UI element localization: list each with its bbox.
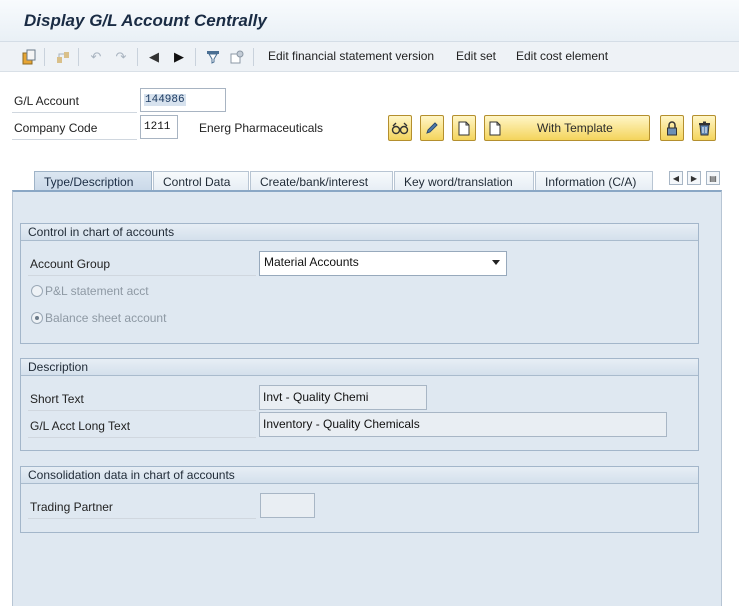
balance-sheet-label: Balance sheet account [45,311,167,325]
trash-icon [698,121,710,135]
gl-account-label: G/L Account [14,94,79,108]
hierarchy-icon[interactable] [54,48,72,66]
long-text-label: G/L Acct Long Text [30,419,131,433]
edit-fs-version-button[interactable]: Edit financial statement version [268,49,434,63]
label-underline [12,139,137,140]
undo-icon[interactable]: ↶ [87,48,105,66]
pl-statement-label: P&L statement acct [45,284,149,298]
tab-type-description[interactable]: Type/Description [34,171,152,192]
main-area: G/L Account 144986 Company Code 1211 Ene… [0,72,739,606]
lock-icon [667,120,677,135]
label-underline [28,275,256,276]
account-group-dropdown[interactable]: Material Accounts [259,251,507,276]
tab-label: Create/bank/interest [260,175,369,189]
document-icon [489,121,501,135]
tab-label: Type/Description [44,175,134,189]
group-title: Consolidation data in chart of accounts [21,467,698,484]
glasses-icon [391,122,409,135]
tab-control-data[interactable]: Control Data [153,171,249,191]
with-template-button[interactable]: With Template [484,115,650,141]
label-underline [12,112,137,113]
with-template-label: With Template [537,121,613,135]
page-title: Display G/L Account Centrally [24,11,267,30]
create-button[interactable] [452,115,476,141]
toolbar-separator [195,48,196,66]
edit-cost-element-button[interactable]: Edit cost element [516,49,608,63]
lock-button[interactable] [660,115,684,141]
toolbar-separator [137,48,138,66]
previous-icon[interactable]: ◀ [145,48,163,66]
chevron-down-icon [492,260,500,265]
company-name: Energ Pharmaceuticals [199,121,324,135]
trading-partner-field[interactable] [260,493,315,518]
account-group-label: Account Group [30,257,111,271]
gl-account-field[interactable]: 144986 [140,88,226,112]
tab-information-ca[interactable]: Information (C/A) [535,171,653,191]
document-icon [458,121,470,135]
toolbar: ↶ ↷ ◀ ▶ Edit financial statement version… [0,42,739,72]
account-group-value: Material Accounts [264,255,359,269]
trading-partner-label: Trading Partner [30,500,113,514]
company-code-label: Company Code [14,121,98,135]
delete-button[interactable] [692,115,716,141]
tab-create-bank-interest[interactable]: Create/bank/interest [250,171,393,191]
gl-account-value: 144986 [144,94,186,106]
redo-icon[interactable]: ↷ [112,48,130,66]
label-underline [28,518,256,519]
tab-scroll-right-icon[interactable]: ▶ [687,171,701,185]
short-text-field[interactable]: Invt - Quality Chemi [259,385,427,410]
pencil-icon [426,122,438,134]
long-text-value: Inventory - Quality Chemicals [263,417,420,431]
group-title: Control in chart of accounts [21,224,698,241]
label-underline [28,410,256,411]
pl-statement-radio[interactable] [31,285,43,297]
label-underline [28,437,256,438]
next-icon[interactable]: ▶ [170,48,188,66]
toolbar-separator [253,48,254,66]
group-title: Description [21,359,698,376]
filter-icon[interactable] [204,48,222,66]
clipboard-icon[interactable] [20,48,38,66]
toolbar-separator [44,48,45,66]
glasses-button[interactable] [388,115,412,141]
settings-icon[interactable] [228,48,246,66]
short-text-label: Short Text [30,392,84,406]
balance-sheet-radio[interactable] [31,312,43,324]
tab-list-icon[interactable]: ▤ [706,171,720,185]
long-text-field[interactable]: Inventory - Quality Chemicals [259,412,667,437]
short-text-value: Invt - Quality Chemi [263,390,369,404]
toolbar-separator [78,48,79,66]
consolidation-group: Consolidation data in chart of accounts [20,466,699,533]
tab-label: Key word/translation [404,175,513,189]
tab-scroll-left-icon[interactable]: ◀ [669,171,683,185]
edit-set-button[interactable]: Edit set [456,49,496,63]
tab-label: Information (C/A) [545,175,637,189]
tab-key-word-translation[interactable]: Key word/translation [394,171,534,191]
edit-button[interactable] [420,115,444,141]
title-bar: Display G/L Account Centrally [0,0,739,42]
tab-label: Control Data [163,175,231,189]
company-code-value: 1211 [144,121,171,133]
company-code-field[interactable]: 1211 [140,115,178,139]
